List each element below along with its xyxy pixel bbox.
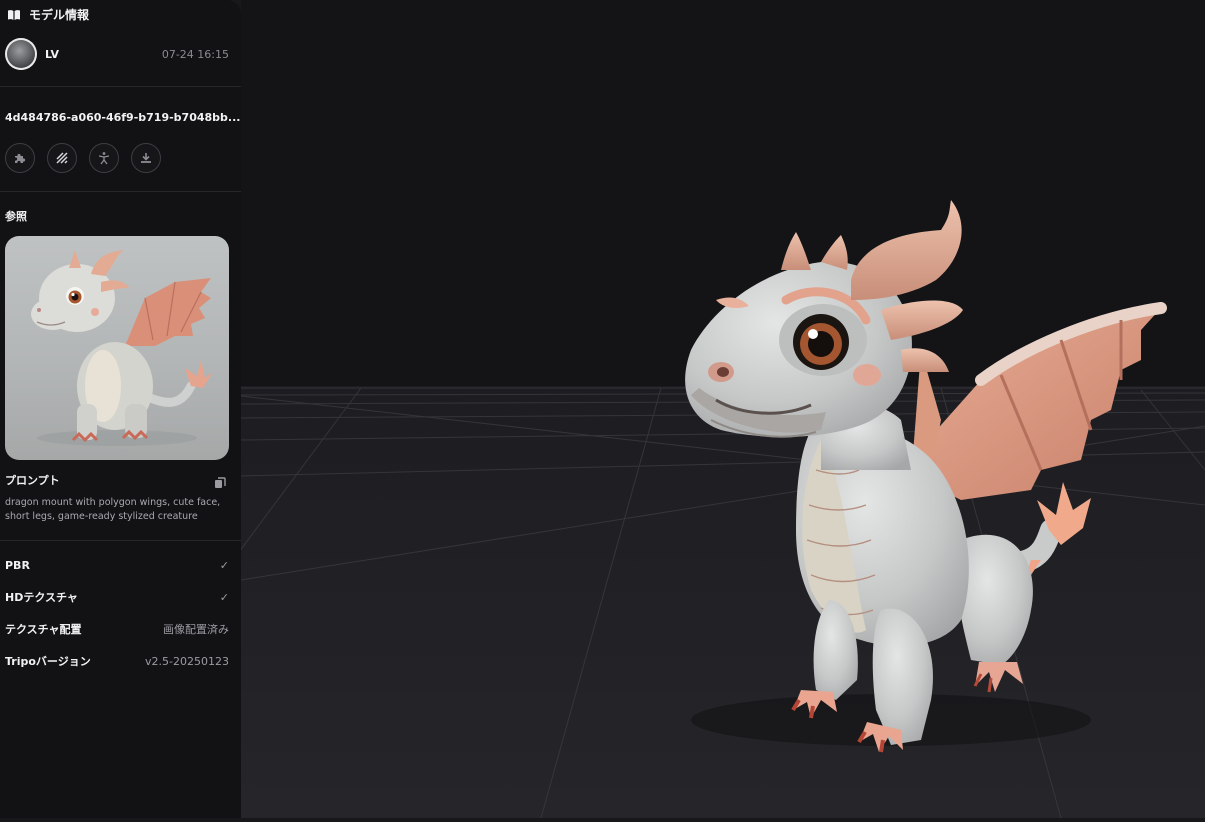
copy-prompt-button[interactable]: [214, 474, 226, 493]
divider: [0, 86, 241, 87]
download-icon: [141, 153, 151, 163]
property-row-pbr: PBR ✓: [5, 557, 229, 573]
divider: [0, 540, 241, 541]
model-tools: [5, 143, 161, 173]
property-label: Tripoバージョン: [5, 655, 91, 668]
check-icon: ✓: [219, 558, 229, 572]
puzzle-icon: [15, 153, 26, 163]
puzzle-button[interactable]: [5, 143, 35, 173]
user-row: LV 07-24 16:15: [5, 38, 229, 70]
model-id[interactable]: 4d484786-a060-46f9-b719-b7048bb...: [5, 111, 240, 124]
book-icon: [8, 9, 20, 20]
check-icon: ✓: [219, 590, 229, 604]
property-label: HDテクスチャ: [5, 591, 78, 604]
property-row-tripo-version: Tripoバージョン v2.5-20250123: [5, 653, 229, 669]
property-value: v2.5-20250123: [145, 654, 229, 668]
property-label: PBR: [5, 558, 30, 572]
hatch-texture-icon: [56, 152, 68, 164]
download-button[interactable]: [131, 143, 161, 173]
property-row-texture-placement: テクスチャ配置 画像配置済み: [5, 621, 229, 637]
texture-button[interactable]: [47, 143, 77, 173]
panel-title: モデル情報: [29, 8, 90, 22]
avatar[interactable]: [5, 38, 37, 70]
divider: [0, 191, 241, 192]
property-value: 画像配置済み: [163, 623, 229, 636]
prompt-text: dragon mount with polygon wings, cute fa…: [5, 497, 221, 522]
rig-figure-icon: [98, 152, 110, 165]
reference-title: 参照: [5, 210, 27, 223]
model-info-panel: モデル情報 LV 07-24 16:15 4d484786-a060-46f9-…: [0, 0, 241, 818]
rig-button[interactable]: [89, 143, 119, 173]
reference-image[interactable]: [5, 236, 229, 460]
property-label: テクスチャ配置: [5, 623, 82, 636]
username: LV: [45, 47, 60, 61]
timestamp: 07-24 16:15: [161, 47, 229, 61]
3d-viewport[interactable]: [40, 0, 1205, 819]
property-row-hd-texture: HDテクスチャ ✓: [5, 589, 229, 605]
panel-header: モデル情報: [7, 6, 89, 23]
prompt-title: プロンプト: [5, 474, 60, 487]
copy-icon: [215, 477, 226, 488]
